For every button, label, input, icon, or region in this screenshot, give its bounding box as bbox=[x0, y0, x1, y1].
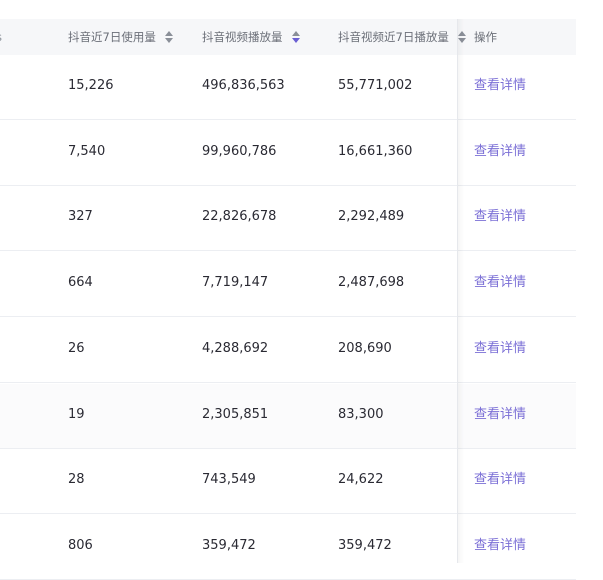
cell-weekly-video-plays: 208,690 bbox=[338, 340, 392, 356]
data-table: s 抖音近7日使用量 抖音视频播放量 抖音视频近7日播放量 bbox=[0, 0, 576, 580]
fixed-column-shadow bbox=[458, 19, 464, 563]
table-row: 327 22,826,678 2,292,489 查看详情 bbox=[0, 186, 576, 252]
table-row: 664 7,719,147 2,487,698 查看详情 bbox=[0, 252, 576, 318]
sort-down-arrow bbox=[165, 37, 174, 43]
view-details-link[interactable]: 查看详情 bbox=[474, 515, 526, 580]
cell-video-plays: 743,549 bbox=[202, 472, 256, 488]
header-weekly-usage-label: 抖音近7日使用量 bbox=[68, 30, 156, 44]
cell-weekly-usage: 28 bbox=[68, 472, 85, 488]
table-row: 806 359,472 359,472 查看详情 bbox=[0, 515, 576, 580]
sort-icon[interactable] bbox=[165, 30, 174, 43]
view-details-link[interactable]: 查看详情 bbox=[474, 186, 526, 251]
cell-weekly-usage: 806 bbox=[68, 537, 93, 553]
view-details-link[interactable]: 查看详情 bbox=[474, 121, 526, 186]
table-row: 26 4,288,692 208,690 查看详情 bbox=[0, 318, 576, 383]
header-weekly-usage[interactable]: 抖音近7日使用量 bbox=[68, 19, 174, 55]
cell-weekly-video-plays: 24,622 bbox=[338, 472, 384, 488]
cell-video-plays: 496,836,563 bbox=[202, 78, 285, 93]
header-video-plays-label: 抖音视频播放量 bbox=[202, 30, 283, 44]
table-row: 28 743,549 24,622 查看详情 bbox=[0, 449, 576, 515]
cell-video-plays: 4,288,692 bbox=[202, 340, 269, 356]
cell-weekly-usage: 7,540 bbox=[68, 143, 106, 159]
table-header: s 抖音近7日使用量 抖音视频播放量 抖音视频近7日播放量 bbox=[0, 19, 576, 55]
view-details-link[interactable]: 查看详情 bbox=[474, 384, 526, 449]
sort-down-arrow-active bbox=[292, 37, 301, 43]
cell-weekly-video-plays: 2,487,698 bbox=[338, 275, 405, 291]
header-weekly-video-plays[interactable]: 抖音视频近7日播放量 bbox=[338, 19, 467, 55]
header-weekly-video-plays-label: 抖音视频近7日播放量 bbox=[338, 30, 449, 44]
view-details-link[interactable]: 查看详情 bbox=[474, 318, 526, 383]
cell-weekly-usage: 26 bbox=[68, 340, 85, 356]
table-row: 15,226 496,836,563 55,771,002 查看详情 bbox=[0, 55, 576, 120]
table-row: 7,540 99,960,786 16,661,360 查看详情 bbox=[0, 121, 576, 186]
cell-weekly-video-plays: 359,472 bbox=[338, 537, 392, 553]
cell-weekly-video-plays: 83,300 bbox=[338, 406, 384, 422]
header-actions: 操作 bbox=[474, 30, 497, 44]
cell-video-plays: 7,719,147 bbox=[202, 275, 269, 291]
cell-video-plays: 2,305,851 bbox=[202, 406, 269, 422]
cell-weekly-video-plays: 55,771,002 bbox=[338, 78, 413, 93]
table-row: 19 2,305,851 83,300 查看详情 bbox=[0, 383, 576, 449]
sort-up-arrow bbox=[165, 30, 174, 36]
cell-video-plays: 22,826,678 bbox=[202, 209, 277, 225]
header-video-plays[interactable]: 抖音视频播放量 bbox=[202, 19, 301, 55]
view-details-link[interactable]: 查看详情 bbox=[474, 55, 526, 120]
cell-weekly-usage: 15,226 bbox=[68, 78, 114, 93]
cell-weekly-usage: 664 bbox=[68, 275, 93, 291]
sort-up-arrow bbox=[292, 30, 301, 36]
cell-video-plays: 99,960,786 bbox=[202, 143, 277, 159]
cell-weekly-video-plays: 2,292,489 bbox=[338, 209, 405, 225]
cell-video-plays: 359,472 bbox=[202, 537, 256, 553]
header-edge-fragment: s bbox=[0, 19, 2, 55]
view-details-link[interactable]: 查看详情 bbox=[474, 252, 526, 317]
view-details-link[interactable]: 查看详情 bbox=[474, 449, 526, 514]
cell-weekly-video-plays: 16,661,360 bbox=[338, 143, 413, 159]
sort-icon[interactable] bbox=[292, 30, 301, 43]
cell-weekly-usage: 327 bbox=[68, 209, 93, 225]
cell-weekly-usage: 19 bbox=[68, 406, 85, 422]
